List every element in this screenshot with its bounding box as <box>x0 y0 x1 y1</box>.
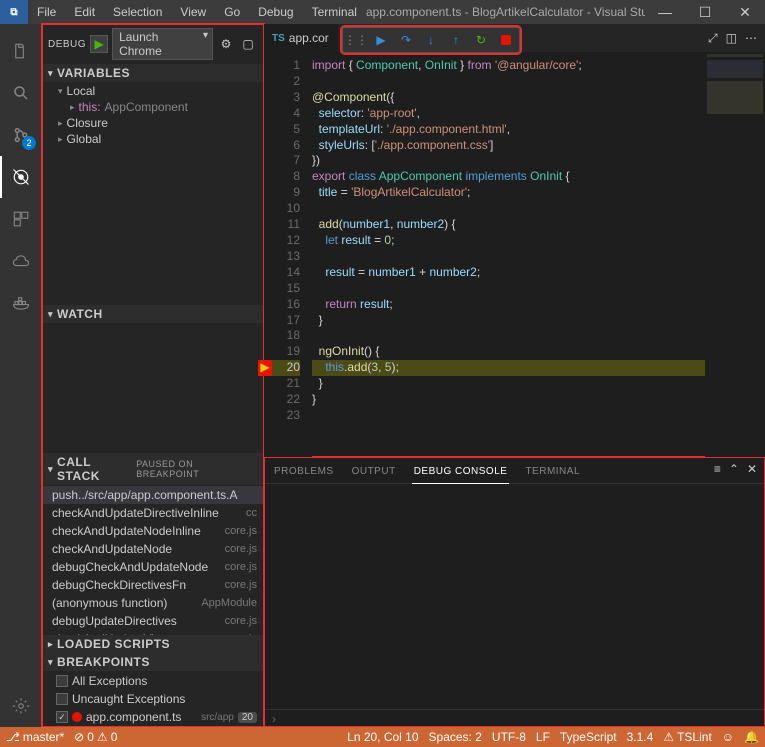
variable-scope-local[interactable]: ▾Local <box>42 83 263 99</box>
line-gutter: 1234567891011121314151617181920212223 ▶ <box>264 52 312 457</box>
activity-bar: 2 <box>0 24 42 727</box>
breakpoints-section-header[interactable]: ▾BREAKPOINTS <box>42 653 263 671</box>
code-content[interactable]: import { Component, OnInit } from '@angu… <box>312 52 705 457</box>
status-errors[interactable]: ⊘ 0 ⚠ 0 <box>74 730 117 744</box>
title-bar: ⧉ File Edit Selection View Go Debug Term… <box>0 0 765 24</box>
tab-app-component[interactable]: TS app.cor <box>264 24 338 52</box>
panel-tab-terminal[interactable]: TERMINAL <box>523 462 582 483</box>
menu-view[interactable]: View <box>171 2 215 22</box>
explorer-icon[interactable] <box>0 30 42 72</box>
close-button[interactable]: ✕ <box>725 0 765 24</box>
debug-config-dropdown[interactable]: Launch Chrome <box>112 28 213 60</box>
menu-file[interactable]: File <box>28 2 65 22</box>
extensions-icon[interactable] <box>0 198 42 240</box>
variable-scope-global[interactable]: ▸Global <box>42 131 263 147</box>
breakpoint-item[interactable]: app.component.tssrc/app20 <box>42 708 263 726</box>
status-cursor[interactable]: Ln 20, Col 10 <box>347 730 418 744</box>
checkbox[interactable] <box>56 711 68 723</box>
step-over-button[interactable]: ↷ <box>397 31 415 49</box>
stop-button[interactable] <box>501 35 511 45</box>
panel-tab-problems[interactable]: PROBLEMS <box>272 462 336 483</box>
step-into-button[interactable]: ↓ <box>422 31 440 49</box>
settings-icon[interactable] <box>0 685 42 727</box>
menu-bar: File Edit Selection View Go Debug Termin… <box>28 2 366 22</box>
checkbox[interactable] <box>56 693 68 705</box>
debug-label: DEBUG <box>48 39 86 50</box>
vscode-logo: ⧉ <box>0 0 28 24</box>
panel-tab-debug-console[interactable]: DEBUG CONSOLE <box>412 462 510 484</box>
debug-console-icon[interactable]: ▢ <box>239 35 257 53</box>
restart-button[interactable]: ↻ <box>472 31 490 49</box>
debug-console-input[interactable]: › <box>264 709 765 727</box>
status-ts-version[interactable]: 3.1.4 <box>627 730 654 744</box>
panel-tab-output[interactable]: OUTPUT <box>350 462 398 483</box>
menu-terminal[interactable]: Terminal <box>303 2 366 22</box>
status-language[interactable]: TypeScript <box>560 730 617 744</box>
docker-icon[interactable] <box>0 282 42 324</box>
status-eol[interactable]: LF <box>536 730 550 744</box>
variable-scope-closure[interactable]: ▸Closure <box>42 115 263 131</box>
minimize-button[interactable]: — <box>645 0 685 24</box>
debug-icon[interactable] <box>0 156 42 198</box>
callstack-frame[interactable]: debugCheckDirectivesFncore.js <box>42 576 263 594</box>
debug-toolbar[interactable]: ⋮⋮ ▶ ↷ ↓ ↑ ↻ <box>342 27 520 53</box>
callstack-frame[interactable]: debugCheckAndUpdateNodecore.js <box>42 558 263 576</box>
scm-badge: 2 <box>22 136 36 150</box>
minimap[interactable] <box>705 52 765 457</box>
step-out-button[interactable]: ↑ <box>447 31 465 49</box>
breakpoint-dot-icon <box>72 712 82 722</box>
variable-this[interactable]: ▸this:AppComponent <box>42 99 263 115</box>
status-spaces[interactable]: Spaces: 2 <box>429 730 482 744</box>
callstack-frame[interactable]: (anonymous function)AppModule <box>42 594 263 612</box>
status-encoding[interactable]: UTF-8 <box>492 730 526 744</box>
callstack-frame[interactable]: checkAndUpdateNodecore.js <box>42 540 263 558</box>
callstack-section-header[interactable]: ▾CALL STACKPAUSED ON BREAKPOINT <box>42 453 263 485</box>
status-branch[interactable]: ⎇ master* <box>6 730 64 744</box>
editor[interactable]: 1234567891011121314151617181920212223 ▶ … <box>264 52 765 457</box>
callstack-frame[interactable]: checkAndUpdateDirectiveInlinecc <box>42 504 263 522</box>
watch-section-header[interactable]: ▾WATCH <box>42 305 263 323</box>
breakpoint-uncaught-exceptions[interactable]: Uncaught Exceptions <box>42 690 263 708</box>
compare-icon[interactable]: ⤢ <box>708 31 718 46</box>
start-debugging-button[interactable]: ▶ <box>90 35 108 53</box>
continue-button[interactable]: ▶ <box>372 31 390 49</box>
status-bar: ⎇ master* ⊘ 0 ⚠ 0 Ln 20, Col 10 Spaces: … <box>0 727 765 747</box>
scm-icon[interactable]: 2 <box>0 114 42 156</box>
loaded-scripts-section-header[interactable]: ▸LOADED SCRIPTS <box>42 635 263 653</box>
checkbox[interactable] <box>56 675 68 687</box>
debug-console-body[interactable] <box>264 484 765 709</box>
maximize-button[interactable]: ☐ <box>685 0 725 24</box>
typescript-icon: TS <box>272 33 285 44</box>
panel: PROBLEMS OUTPUT DEBUG CONSOLE TERMINAL ≡… <box>264 457 765 727</box>
window-title: app.component.ts - BlogArtikelCalculator… <box>366 5 645 19</box>
split-editor-icon[interactable]: ◫ <box>726 31 737 45</box>
collapse-icon[interactable]: ⌃ <box>729 462 739 483</box>
azure-icon[interactable] <box>0 240 42 282</box>
tab-label: app.cor <box>289 31 329 45</box>
menu-selection[interactable]: Selection <box>104 2 171 22</box>
current-frame-marker-icon: ▶ <box>258 360 272 376</box>
breakpoint-all-exceptions[interactable]: All Exceptions <box>42 672 263 690</box>
filter-icon[interactable]: ≡ <box>714 462 721 483</box>
status-bell-icon[interactable]: 🔔 <box>744 730 759 744</box>
callstack-frame[interactable]: push../src/app/app.component.ts.A <box>42 486 263 504</box>
drag-handle-icon[interactable]: ⋮⋮ <box>347 31 365 49</box>
callstack-frame[interactable]: checkAndUpdateNodeInlinecore.js <box>42 522 263 540</box>
debug-sidebar: DEBUG ▶ Launch Chrome ⚙ ▢ ▾VARIABLES ▾Lo… <box>42 24 264 727</box>
callstack-frame[interactable]: debugUpdateDirectivescore.js <box>42 612 263 630</box>
variables-section-header[interactable]: ▾VARIABLES <box>42 64 263 82</box>
close-panel-icon[interactable]: ✕ <box>747 462 757 483</box>
search-icon[interactable] <box>0 72 42 114</box>
status-tslint[interactable]: ⚠ TSLint <box>663 730 711 744</box>
status-feedback-icon[interactable]: ☺ <box>722 730 734 744</box>
menu-edit[interactable]: Edit <box>65 2 104 22</box>
more-icon[interactable]: ⋯ <box>745 31 757 45</box>
debug-settings-icon[interactable]: ⚙ <box>217 35 235 53</box>
menu-debug[interactable]: Debug <box>249 2 302 22</box>
menu-go[interactable]: Go <box>215 2 249 22</box>
